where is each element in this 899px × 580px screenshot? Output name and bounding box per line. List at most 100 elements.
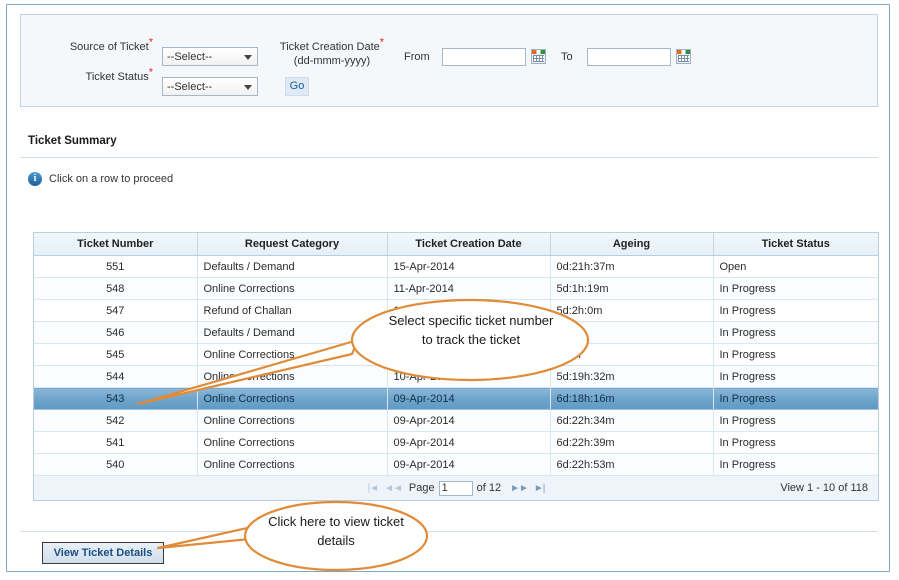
to-label: To — [561, 51, 573, 63]
cell-request-category: Online Corrections — [197, 343, 388, 366]
cell-ageing: 6d:22h:39m — [550, 431, 714, 454]
cell-status: In Progress — [713, 431, 878, 454]
first-page-icon[interactable]: |◄ — [368, 483, 379, 494]
ticket-status-select[interactable]: --Select-- — [162, 77, 258, 96]
cell-ageing: 5d:19h:32m — [550, 365, 714, 388]
column-header-ageing[interactable]: Ageing — [550, 233, 714, 256]
cell-creation-date — [387, 321, 551, 344]
cell-ageing: 0d:21h:37m — [550, 255, 714, 278]
cell-ticket-number: 546 — [34, 321, 198, 344]
info-message: i Click on a row to proceed — [28, 172, 173, 186]
cell-creation-date: 10-Apr-2014 — [387, 365, 551, 388]
cell-creation-date: 09-Apr-2014 — [387, 387, 551, 410]
cell-creation-date: 09-Apr-2014 — [387, 409, 551, 432]
cell-creation-date — [387, 343, 551, 366]
cell-status: In Progress — [713, 277, 878, 300]
info-icon: i — [28, 172, 42, 186]
date-to-input[interactable] — [587, 48, 671, 66]
cell-ticket-number: 544 — [34, 365, 198, 388]
table-row[interactable]: 543 Online Corrections 09-Apr-2014 6d:18h:1… — [34, 387, 878, 410]
calendar-icon[interactable] — [676, 49, 691, 64]
table-row[interactable]: 540 Online Corrections 09-Apr-2014 6d:22h:5… — [34, 453, 878, 476]
column-header-ticket-number[interactable]: Ticket Number — [34, 233, 198, 256]
page-count-label: of 12 — [476, 482, 502, 494]
table-row[interactable]: 546 Defaults / Demand 5m In Progress — [34, 321, 878, 344]
cell-status: In Progress — [713, 321, 878, 344]
cell-request-category: Online Corrections — [197, 409, 388, 432]
cell-ticket-number: 542 — [34, 409, 198, 432]
page-number-input[interactable] — [438, 480, 473, 496]
cell-request-category: Online Corrections — [197, 387, 388, 410]
previous-page-icon[interactable]: ◄◄ — [384, 483, 403, 494]
go-button[interactable]: Go — [285, 77, 309, 96]
cell-status: In Progress — [713, 387, 878, 410]
cell-ageing: 6d:22h:34m — [550, 409, 714, 432]
date-from-input[interactable] — [442, 48, 526, 66]
next-page-icon[interactable]: ►► — [510, 483, 529, 494]
table-row[interactable]: 541 Online Corrections 09-Apr-2014 6d:22h:3… — [34, 431, 878, 454]
table-header-row: Ticket Number Request Category Ticket Cr… — [34, 233, 878, 256]
source-of-ticket-label: Source of Ticket* — [69, 36, 153, 53]
cell-ticket-number: 540 — [34, 453, 198, 476]
column-header-request-category[interactable]: Request Category — [197, 233, 388, 256]
table-row[interactable]: 544 Online Corrections 10-Apr-2014 5d:19h:3… — [34, 365, 878, 388]
table-row[interactable]: 551 Defaults / Demand 15-Apr-2014 0d:21h:37… — [34, 255, 878, 278]
chevron-down-icon — [244, 55, 252, 60]
date-format-hint: (dd-mmm-yyyy) — [293, 55, 371, 67]
cell-ageing: 5d:2h:0m — [550, 299, 714, 322]
calendar-icon[interactable] — [531, 49, 546, 64]
pagination: |◄ ◄◄ Page of 12 ►► ►| View 1 - 10 of 11… — [34, 476, 878, 500]
cell-creation-date: 11-Apr-2014 — [387, 277, 551, 300]
cell-request-category: Defaults / Demand — [197, 321, 388, 344]
cell-status: In Progress — [713, 299, 878, 322]
cell-ticket-number: 551 — [34, 255, 198, 278]
cell-creation-date: 15-Apr-2014 — [387, 255, 551, 278]
last-page-icon[interactable]: ►| — [534, 483, 545, 494]
cell-request-category: Online Corrections — [197, 453, 388, 476]
cell-ageing: 5m — [550, 321, 714, 344]
required-asterisk: * — [148, 36, 153, 49]
ticket-status-value: --Select-- — [167, 81, 213, 93]
ticket-status-label: Ticket Status* — [85, 66, 153, 83]
cell-ageing: 6d:18h:16m — [550, 387, 714, 410]
source-of-ticket-select[interactable]: --Select-- — [162, 47, 258, 66]
cell-request-category: Online Corrections — [197, 431, 388, 454]
cell-ageing: h:6m — [550, 343, 714, 366]
cell-ticket-number: 548 — [34, 277, 198, 300]
cell-ticket-number: 543 — [34, 387, 198, 410]
required-asterisk: * — [379, 36, 385, 49]
required-asterisk: * — [148, 66, 153, 79]
cell-ageing: 6d:22h:53m — [550, 453, 714, 476]
cell-status: In Progress — [713, 409, 878, 432]
ticket-summary-grid: Ticket Number Request Category Ticket Cr… — [33, 232, 879, 501]
column-header-ticket-creation-date[interactable]: Ticket Creation Date — [387, 233, 551, 256]
footer-divider — [20, 531, 878, 532]
view-ticket-details-button[interactable]: View Ticket Details — [42, 542, 164, 564]
cell-creation-date: 11-Apr-2014 — [387, 299, 551, 322]
cell-ticket-number: 541 — [34, 431, 198, 454]
table-row[interactable]: 542 Online Corrections 09-Apr-2014 6d:22h:3… — [34, 409, 878, 432]
page-title: Ticket Summary — [28, 135, 117, 147]
table-row[interactable]: 548 Online Corrections 11-Apr-2014 5d:1h:19… — [34, 277, 878, 300]
cell-request-category: Online Corrections — [197, 277, 388, 300]
divider — [20, 157, 878, 158]
cell-request-category: Online Corrections — [197, 365, 388, 388]
cell-request-category: Defaults / Demand — [197, 255, 388, 278]
search-filter-panel: Source of Ticket* --Select-- Ticket Stat… — [20, 14, 878, 107]
cell-ticket-number: 547 — [34, 299, 198, 322]
cell-ageing: 5d:1h:19m — [550, 277, 714, 300]
pagination-row: |◄ ◄◄ Page of 12 ►► ►| View 1 - 10 of 11… — [34, 475, 878, 500]
cell-status: In Progress — [713, 365, 878, 388]
table-row[interactable]: 545 Online Corrections h:6m In Progress — [34, 343, 878, 366]
cell-status: In Progress — [713, 343, 878, 366]
cell-creation-date: 09-Apr-2014 — [387, 431, 551, 454]
table-row[interactable]: 547 Refund of Challan 11-Apr-2014 5d:2h:0m I… — [34, 299, 878, 322]
cell-ticket-number: 545 — [34, 343, 198, 366]
chevron-down-icon — [244, 85, 252, 90]
from-label: From — [404, 51, 430, 63]
page-label: Page — [408, 482, 435, 494]
cell-status: In Progress — [713, 453, 878, 476]
ticket-creation-date-label: Ticket Creation Date* (dd-mmm-yyyy) — [279, 36, 385, 67]
info-message-text: Click on a row to proceed — [49, 173, 174, 185]
column-header-ticket-status[interactable]: Ticket Status — [713, 233, 878, 256]
